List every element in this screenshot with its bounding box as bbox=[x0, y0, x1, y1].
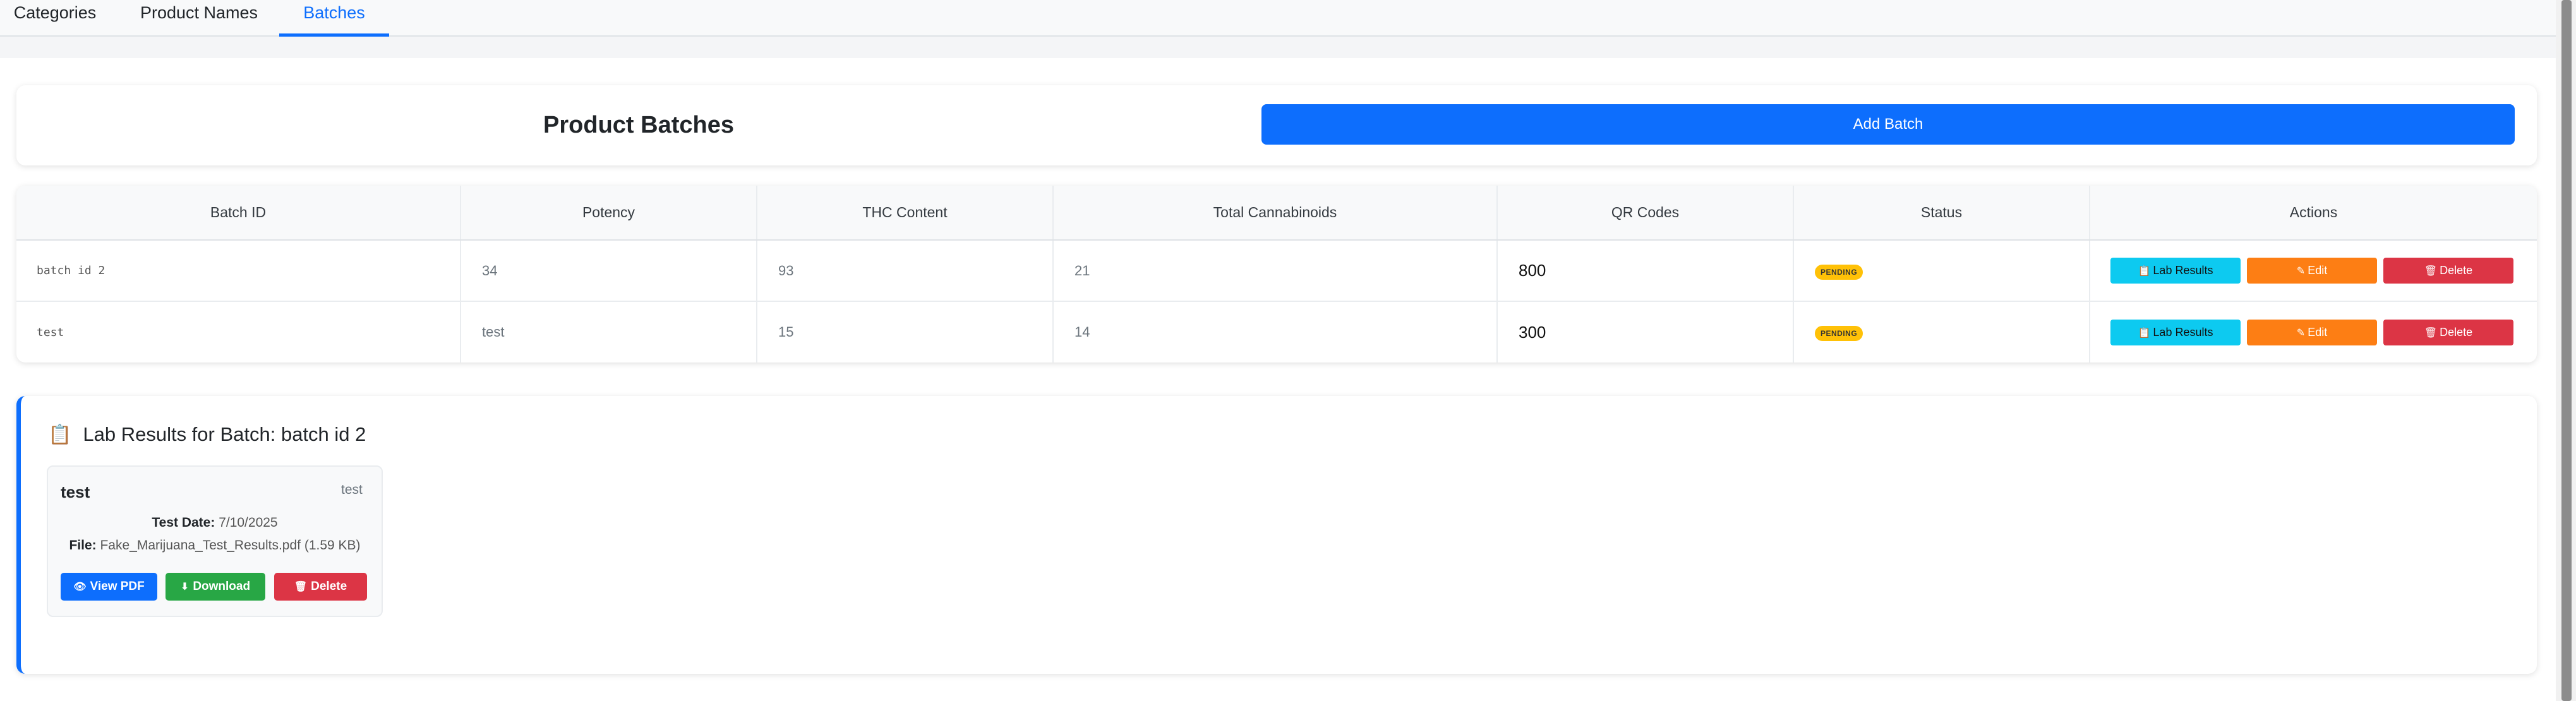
pencil-icon: ✎ bbox=[2296, 327, 2306, 339]
add-batch-button[interactable]: Add Batch bbox=[1261, 104, 2515, 145]
lab-results-label: Lab Results bbox=[2153, 325, 2213, 339]
test-date-value: 7/10/2025 bbox=[219, 515, 278, 530]
tab-categories[interactable]: Categories bbox=[0, 0, 110, 37]
table-row: batch id 2 34 93 21 800 PENDING 📋 Lab Res… bbox=[16, 240, 2537, 302]
total-cannabinoids-cell: 21 bbox=[1053, 240, 1498, 302]
edit-label: Edit bbox=[2308, 264, 2328, 277]
column-header-status: Status bbox=[1793, 186, 2090, 241]
column-header-actions: Actions bbox=[2090, 186, 2537, 241]
status-cell: PENDING bbox=[1793, 240, 2090, 302]
batches-table: Batch ID Potency THC Content Total Canna… bbox=[16, 186, 2537, 362]
tab-batches[interactable]: Batches bbox=[279, 0, 389, 37]
lab-results-button[interactable]: 📋 Lab Results bbox=[2110, 258, 2241, 284]
status-badge: PENDING bbox=[1815, 264, 1863, 280]
batches-table-card: Batch ID Potency THC Content Total Canna… bbox=[16, 186, 2537, 362]
lab-results-section bbox=[16, 396, 2537, 674]
file-label: File: bbox=[69, 538, 97, 553]
qr-codes-cell: 300 bbox=[1497, 301, 1794, 362]
total-cannabinoids-cell: 14 bbox=[1053, 301, 1498, 362]
thc-cell: 15 bbox=[757, 301, 1054, 362]
lab-result-type: test bbox=[341, 482, 363, 497]
delete-label: Delete bbox=[2440, 325, 2473, 339]
test-date-label: Test Date: bbox=[152, 515, 215, 530]
scrollbar[interactable] bbox=[2556, 0, 2576, 701]
lab-results-heading: 📋 Lab Results for Batch: batch id 2 bbox=[48, 422, 366, 448]
column-header-total-cannabinoids: Total Cannabinoids bbox=[1053, 186, 1498, 241]
view-pdf-label: View PDF bbox=[90, 580, 145, 593]
trash-icon: 🗑 bbox=[294, 582, 308, 592]
delete-label: Delete bbox=[2440, 264, 2473, 277]
view-pdf-button[interactable]: 👁 View PDF bbox=[61, 573, 157, 601]
trash-icon: 🗑 bbox=[2424, 266, 2438, 277]
column-header-thc-content: THC Content bbox=[757, 186, 1054, 241]
column-header-potency: Potency bbox=[460, 186, 757, 241]
column-header-batch-id: Batch ID bbox=[16, 186, 461, 241]
batch-id-cell: test bbox=[16, 301, 461, 362]
clipboard-icon: 📋 bbox=[2138, 266, 2151, 277]
file-value: Fake_Marijuana_Test_Results.pdf (1.59 KB… bbox=[100, 538, 361, 553]
test-date-line: Test Date: 7/10/2025 bbox=[47, 515, 383, 530]
tab-bar: Categories Product Names Batches bbox=[0, 0, 2556, 37]
download-button[interactable]: ⬇ Download bbox=[166, 573, 265, 601]
delete-button[interactable]: 🗑 Delete bbox=[2383, 258, 2513, 284]
trash-icon: 🗑 bbox=[2424, 327, 2438, 339]
table-header-row: Batch ID Potency THC Content Total Canna… bbox=[16, 186, 2537, 241]
table-row: test test 15 14 300 PENDING 📋 Lab Results… bbox=[16, 301, 2537, 362]
column-header-qr-codes: QR Codes bbox=[1497, 186, 1794, 241]
lab-results-label: Lab Results bbox=[2153, 264, 2213, 277]
potency-cell: 34 bbox=[460, 240, 757, 302]
clipboard-icon: 📋 bbox=[2138, 327, 2151, 339]
batch-id-cell: batch id 2 bbox=[16, 240, 461, 302]
edit-button[interactable]: ✎ Edit bbox=[2247, 258, 2377, 284]
edit-label: Edit bbox=[2308, 325, 2328, 339]
status-cell: PENDING bbox=[1793, 301, 2090, 362]
eye-icon: 👁 bbox=[73, 582, 87, 592]
delete-lab-result-button[interactable]: 🗑 Delete bbox=[274, 573, 367, 601]
actions-cell: 📋 Lab Results ✎ Edit 🗑 Delete bbox=[2090, 240, 2537, 302]
status-badge: PENDING bbox=[1815, 326, 1863, 341]
qr-codes-cell: 800 bbox=[1497, 240, 1794, 302]
download-label: Download bbox=[193, 580, 251, 593]
download-icon: ⬇ bbox=[180, 582, 190, 592]
thc-cell: 93 bbox=[757, 240, 1054, 302]
tab-product-names[interactable]: Product Names bbox=[126, 0, 272, 37]
page-title: Product Batches bbox=[543, 112, 734, 138]
scrollbar-thumb[interactable] bbox=[2561, 0, 2572, 701]
file-line: File: Fake_Marijuana_Test_Results.pdf (1… bbox=[47, 538, 383, 553]
delete-lab-result-label: Delete bbox=[311, 580, 347, 593]
lab-results-button[interactable]: 📋 Lab Results bbox=[2110, 319, 2241, 345]
potency-cell: test bbox=[460, 301, 757, 362]
delete-button[interactable]: 🗑 Delete bbox=[2383, 319, 2513, 345]
edit-button[interactable]: ✎ Edit bbox=[2247, 319, 2377, 345]
clipboard-icon: 📋 bbox=[48, 424, 72, 445]
lab-result-name: test bbox=[61, 482, 90, 501]
actions-cell: 📋 Lab Results ✎ Edit 🗑 Delete bbox=[2090, 301, 2537, 362]
pencil-icon: ✎ bbox=[2296, 266, 2306, 277]
lab-results-title: Lab Results for Batch: batch id 2 bbox=[83, 423, 366, 445]
